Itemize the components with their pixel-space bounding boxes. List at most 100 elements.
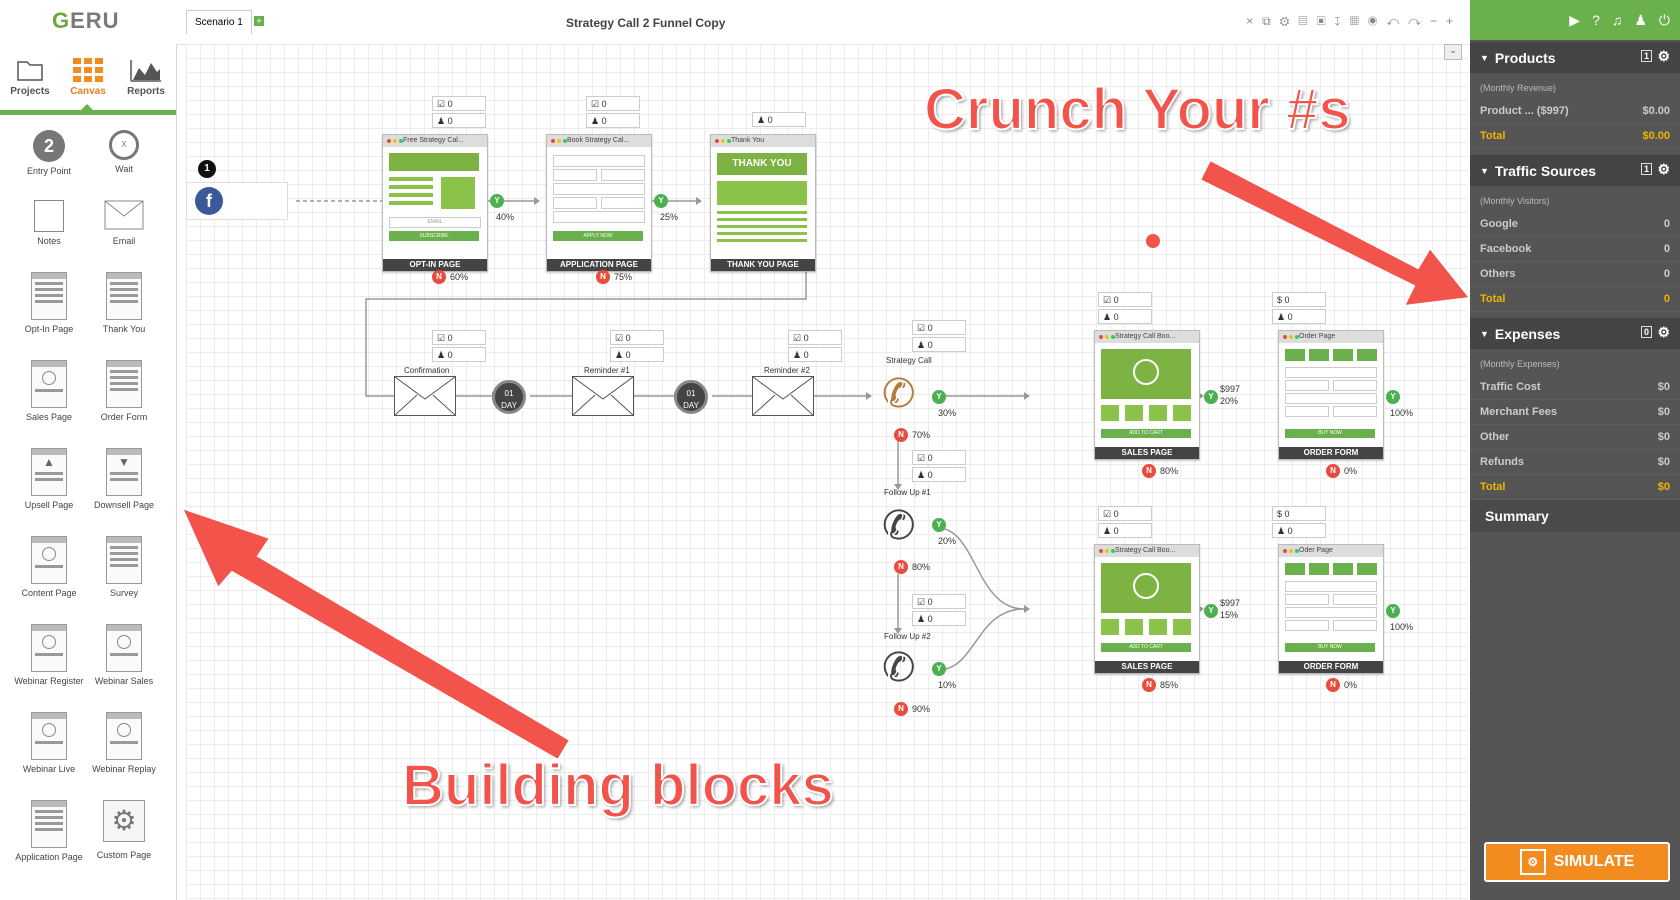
block-upsell-page[interactable]: ▲ Upsell Page	[9, 448, 89, 510]
node-thank-you-page[interactable]: Thank You THANK YOU THANK YOU PAGE	[710, 134, 816, 272]
page-title: Thank You	[711, 135, 815, 147]
red-dot-marker	[1146, 234, 1160, 248]
content-page-icon	[31, 536, 67, 584]
nav-tab-label: Reports	[127, 86, 165, 97]
block-downsell-page[interactable]: ▼ Downsell Page	[84, 448, 164, 510]
entry-badge: 1	[198, 160, 216, 178]
block-sales-page[interactable]: Sales Page	[9, 360, 89, 422]
eye-icon[interactable]: ◉	[1368, 14, 1387, 28]
traffic-row-facebook[interactable]: Facebook 0	[1470, 237, 1680, 262]
stat-conversions: ☑ 0	[610, 330, 664, 345]
block-order-form[interactable]: Order Form	[84, 360, 164, 422]
block-survey[interactable]: Survey	[84, 536, 164, 598]
email-label: Confirmation	[404, 366, 450, 375]
stats-sales-page-1: ☑ 0 ♟ 0	[1098, 292, 1152, 326]
stat-visitors: ♟ 0	[1272, 523, 1326, 538]
user-icon[interactable]: ♟	[1634, 12, 1647, 29]
node-email-confirmation[interactable]	[394, 376, 456, 416]
fullscreen-icon[interactable]: ▣	[1317, 14, 1335, 28]
block-optin-page[interactable]: Opt-In Page	[9, 272, 89, 334]
nav-tab-projects[interactable]: Projects	[0, 52, 60, 97]
gear-icon[interactable]: ⚙	[1657, 48, 1670, 65]
stat-visitors: ♟ 0	[912, 337, 966, 352]
stopwatch-icon: X	[109, 130, 139, 160]
stat-visitors: ♟ 0	[912, 467, 966, 482]
expense-row-traffic-cost[interactable]: Traffic Cost $0	[1470, 375, 1680, 400]
stats-thankyou: ♟ 0	[752, 112, 806, 129]
phone-icon-follow-up-2[interactable]: ✆	[882, 648, 916, 688]
block-email[interactable]: Email	[84, 200, 164, 246]
tab-scenario-1[interactable]: Scenario 1	[186, 10, 252, 34]
stat-conversions: ☑ 0	[586, 96, 640, 111]
section-expenses[interactable]: ▼ Expenses 0 ⚙	[1470, 318, 1680, 349]
add-scenario-button[interactable]: +	[254, 16, 264, 26]
node-order-form-1[interactable]: Order Page BUY NOW ORDER FORM	[1278, 330, 1384, 460]
expense-row-other[interactable]: Other $0	[1470, 425, 1680, 450]
gear-icon[interactable]: ⚙	[1657, 161, 1670, 178]
help-icon[interactable]: ?	[1592, 12, 1600, 28]
block-label: Sales Page	[25, 412, 73, 422]
block-thank-you[interactable]: Thank You	[84, 272, 164, 334]
phone-icon-strategy-call[interactable]: ✆	[882, 374, 916, 414]
traffic-row-google[interactable]: Google 0	[1470, 212, 1680, 237]
no-badge: N	[894, 560, 908, 574]
close-icon[interactable]: ×	[1246, 14, 1262, 28]
block-custom-page[interactable]: ⚙ Custom Page	[84, 800, 164, 860]
no-rate: 0%	[1344, 466, 1358, 476]
stat-conversions: ☑ 0	[1098, 506, 1152, 521]
block-application-page[interactable]: Application Page	[9, 800, 89, 862]
node-optin-page[interactable]: Free Strategy Cal... EMAIL SUBSCRIBE OPT…	[382, 134, 488, 272]
block-notes[interactable]: Notes	[9, 200, 89, 246]
block-webinar-sales[interactable]: Webinar Sales	[84, 624, 164, 686]
block-wait[interactable]: X Wait	[84, 130, 164, 174]
node-email-reminder-2[interactable]	[752, 376, 814, 416]
node-order-form-2[interactable]: Oder Page BUY NOW ORDER FORM	[1278, 544, 1384, 674]
copy-icon[interactable]: ⧉	[1262, 14, 1280, 28]
node-wait-1[interactable]: 01 DAY	[492, 380, 526, 414]
simulate-button[interactable]: ⚙ SIMULATE	[1484, 842, 1670, 882]
grid-view-icon[interactable]: ▦	[1350, 14, 1368, 28]
node-application-page[interactable]: Book Strategy Cal... APPLY NOW APPLICATI…	[546, 134, 652, 272]
summary-section[interactable]: Summary	[1470, 500, 1680, 532]
block-webinar-live[interactable]: Webinar Live	[9, 712, 89, 774]
expense-row-refunds[interactable]: Refunds $0	[1470, 450, 1680, 475]
stats-confirmation: ☑ 0 ♟ 0	[432, 330, 486, 364]
facebook-icon: f	[195, 187, 223, 215]
traffic-row-others[interactable]: Others 0	[1470, 262, 1680, 287]
simulate-label: SIMULATE	[1553, 853, 1635, 870]
webinar-register-icon	[31, 624, 67, 672]
node-sales-page-2[interactable]: Strategy Call Boo... ADD TO CART SALES P…	[1094, 544, 1200, 674]
block-webinar-replay[interactable]: Webinar Replay	[84, 712, 164, 774]
calculator-icon[interactable]: ▤	[1298, 14, 1316, 28]
node-sales-page-1[interactable]: Strategy Call Boo... ADD TO CART SALES P…	[1094, 330, 1200, 460]
node-email-reminder-1[interactable]	[572, 376, 634, 416]
products-row[interactable]: Product ... ($997) $0.00	[1470, 99, 1680, 124]
nav-tab-reports[interactable]: Reports	[116, 52, 176, 97]
bell-icon[interactable]: ♫	[1612, 12, 1623, 28]
section-products[interactable]: ▼ Products 1 ⚙	[1470, 42, 1680, 73]
block-content-page[interactable]: Content Page	[9, 536, 89, 598]
video-icon[interactable]: ▶	[1569, 12, 1580, 29]
nav-tab-canvas[interactable]: Canvas	[58, 52, 118, 97]
block-webinar-register[interactable]: Webinar Register	[9, 624, 89, 686]
zoom-out-icon[interactable]: −	[1430, 14, 1446, 28]
settings-icon[interactable]: ⚙	[1280, 14, 1299, 28]
gear-icon[interactable]: ⚙	[1657, 324, 1670, 341]
redo-icon[interactable]: ↷	[1408, 14, 1430, 28]
nav-tab-label: Canvas	[70, 86, 106, 97]
traffic-count: 1	[1640, 163, 1652, 175]
undo-icon[interactable]: ↶	[1386, 14, 1408, 28]
node-wait-2[interactable]: 01 DAY	[674, 380, 708, 414]
section-traffic-sources[interactable]: ▼ Traffic Sources 1 ⚙	[1470, 155, 1680, 186]
block-entry-point[interactable]: 2 Entry Point	[9, 130, 89, 176]
stats-sales-page-2: ☑ 0 ♟ 0	[1098, 506, 1152, 540]
expense-row-merchant-fees[interactable]: Merchant Fees $0	[1470, 400, 1680, 425]
zoom-in-icon[interactable]: +	[1446, 14, 1462, 28]
entry-node-facebook[interactable]: f	[186, 182, 288, 220]
no-rate: 80%	[912, 562, 931, 572]
power-icon[interactable]: ⏻	[1659, 12, 1670, 29]
stat-revenue: $ 0	[1272, 292, 1326, 307]
phone-icon-follow-up-1[interactable]: ✆	[882, 506, 916, 546]
yes-rate: 10%	[938, 680, 957, 690]
download-icon[interactable]: ↧	[1335, 14, 1350, 28]
